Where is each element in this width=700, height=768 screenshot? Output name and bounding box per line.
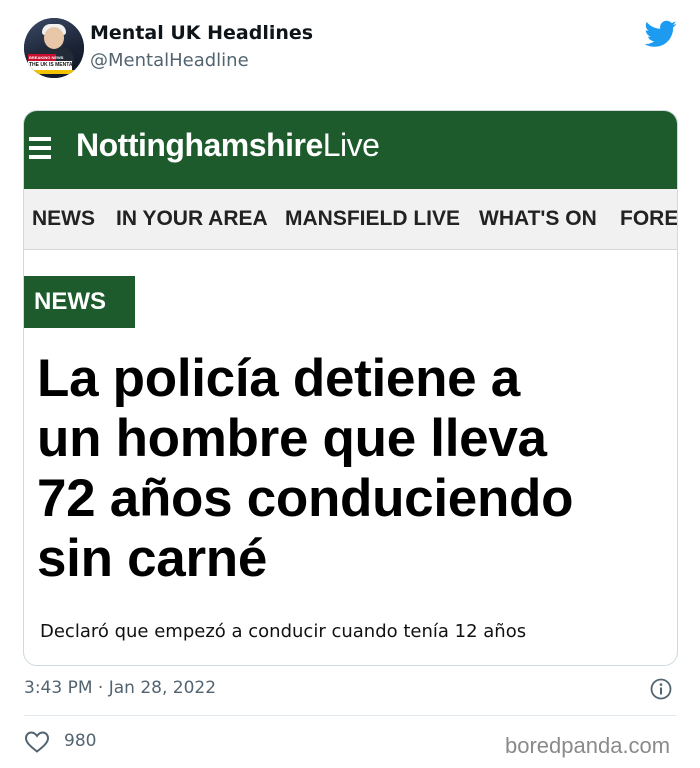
headline-line: La policía detiene a: [37, 349, 520, 408]
headline-line: 72 años conduciendo: [37, 469, 574, 528]
nav-item-whats-on[interactable]: WHAT'S ON: [479, 207, 597, 231]
nav-item-mansfield-live[interactable]: MANSFIELD LIVE: [285, 207, 460, 231]
article-screenshot[interactable]: NottinghamshireLive NEWS IN YOUR AREA MA…: [23, 110, 678, 666]
site-nav: NEWS IN YOUR AREA MANSFIELD LIVE WHAT'S …: [24, 189, 677, 250]
avatar-banner-top: BREAKING NEWS: [29, 55, 64, 60]
headline-line: un hombre que lleva: [37, 409, 547, 468]
site-logo-bold: Nottinghamshire: [76, 127, 323, 163]
site-logo-light: Live: [322, 127, 380, 163]
heart-icon[interactable]: [24, 731, 50, 753]
site-masthead: NottinghamshireLive: [24, 111, 677, 189]
hamburger-menu-icon[interactable]: [29, 137, 51, 159]
info-icon[interactable]: [650, 678, 672, 700]
tweet-card: BREAKING NEWS THE UK IS MENTAL Mental UK…: [0, 0, 700, 768]
site-logo[interactable]: NottinghamshireLive: [76, 127, 380, 164]
watermark: boredpanda.com: [505, 733, 671, 758]
section-tag-label: NEWS: [34, 288, 106, 315]
article-headline: La policía detiene a un hombre que lleva…: [37, 349, 657, 589]
headline-line: sin carné: [37, 529, 268, 588]
author-name[interactable]: Mental UK Headlines: [90, 22, 313, 44]
avatar-banner-main: THE UK IS MENTAL: [29, 62, 76, 68]
twitter-bird-icon[interactable]: [645, 20, 677, 48]
nav-item-in-your-area[interactable]: IN YOUR AREA: [116, 207, 268, 231]
like-count[interactable]: 980: [64, 731, 96, 751]
nav-item-news[interactable]: NEWS: [32, 207, 95, 231]
author-avatar[interactable]: BREAKING NEWS THE UK IS MENTAL: [24, 18, 84, 78]
divider: [24, 715, 676, 716]
author-handle[interactable]: @MentalHeadline: [90, 50, 249, 71]
nav-item-fores[interactable]: FORES: [620, 207, 677, 231]
tweet-timestamp[interactable]: 3:43 PM · Jan 28, 2022: [24, 678, 216, 698]
section-tag[interactable]: NEWS: [24, 276, 135, 328]
article-subheadline: Declaró que empezó a conducir cuando ten…: [40, 621, 527, 642]
